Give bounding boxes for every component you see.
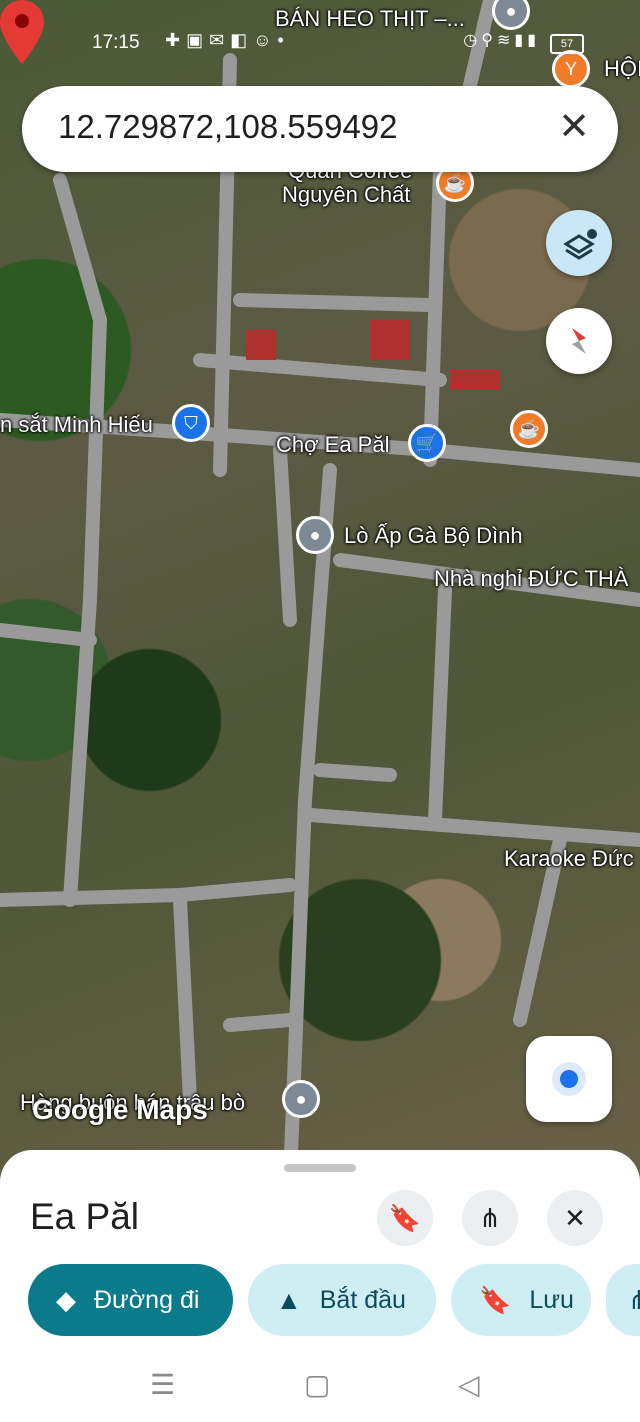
label-nguyen-chat[interactable]: Nguyên Chất <box>282 182 410 208</box>
building <box>450 370 500 390</box>
bookmark-icon: 🔖 <box>479 1284 512 1315</box>
drag-handle[interactable] <box>284 1164 356 1172</box>
navigation-arrow-icon: ▲ <box>276 1284 302 1315</box>
label-lo-ap[interactable]: Lò Ấp Gà Bộ Dình <box>344 523 523 549</box>
shopping-cart-icon[interactable]: 🛒 <box>408 424 446 462</box>
google-maps-watermark: Google Maps <box>32 1094 208 1125</box>
close-icon[interactable]: ✕ <box>558 104 590 149</box>
map-view[interactable]: BÁN HEO THỊT –... HỘI Quán Coffee Nguyên… <box>0 0 640 1180</box>
close-sheet-button[interactable]: ✕ <box>547 1190 603 1246</box>
building <box>246 330 276 360</box>
my-location-button[interactable] <box>526 1036 612 1122</box>
menu-icon[interactable]: ☰ <box>150 1368 175 1401</box>
battery-icon: 57 <box>550 34 584 54</box>
bookmark-icon: 🔖 <box>388 1202 422 1233</box>
notification-icons: ✚▣✉◧☺• <box>165 30 290 50</box>
system-icons: ◷⚲≋▮▮ <box>463 32 540 49</box>
layers-button[interactable] <box>546 210 612 276</box>
home-icon[interactable]: ▢ <box>304 1368 330 1401</box>
place-title: Ea Păl <box>30 1196 140 1237</box>
close-icon: ✕ <box>564 1202 586 1233</box>
label-minh-hieu[interactable]: n sắt Minh Hiếu <box>0 412 153 438</box>
start-button[interactable]: ▲ Bắt đầu <box>248 1264 436 1336</box>
search-query[interactable]: 12.729872,108.559492 <box>58 108 398 146</box>
status-bar: 17:15 ✚▣✉◧☺• ◷⚲≋▮▮ 57 <box>0 24 640 62</box>
start-label: Bắt đầu <box>319 1285 406 1314</box>
directions-icon: ◆ <box>56 1284 76 1315</box>
save-button[interactable]: 🔖 Lưu <box>451 1264 591 1336</box>
status-time: 17:15 <box>92 32 140 53</box>
directions-label: Đường đi <box>94 1285 200 1314</box>
system-nav-bar: ☰ ▢ ◁ <box>0 1350 640 1422</box>
compass-button[interactable] <box>546 308 612 374</box>
poi-marker-icon[interactable]: ● <box>296 516 334 554</box>
save-label: Lưu <box>529 1285 574 1314</box>
label-nha-nghi[interactable]: Nhà nghỉ ĐỨC THÀ <box>434 566 628 592</box>
bookmark-button[interactable]: 🔖 <box>377 1190 433 1246</box>
share-icon: ⋔ <box>479 1202 501 1233</box>
share-chip-button[interactable]: ⋔ <box>606 1264 640 1336</box>
share-button[interactable]: ⋔ <box>462 1190 518 1246</box>
label-karaoke[interactable]: Karaoke Đức <box>504 846 634 872</box>
back-icon[interactable]: ◁ <box>458 1368 480 1401</box>
layers-icon <box>563 229 597 260</box>
directions-button[interactable]: ◆ Đường đi <box>28 1264 233 1336</box>
label-cho-ea-pal[interactable]: Chợ Ea Păl <box>276 432 389 458</box>
cafe-icon[interactable]: ☕ <box>510 410 548 448</box>
search-bar[interactable]: 12.729872,108.559492 ✕ <box>22 86 618 172</box>
shopping-bag-icon[interactable]: ⛉ <box>172 404 210 442</box>
poi-marker-icon[interactable]: ● <box>282 1080 320 1118</box>
compass-icon <box>572 328 586 354</box>
my-location-icon <box>560 1070 578 1088</box>
share-icon: ⋔ <box>628 1284 640 1315</box>
building <box>370 320 410 360</box>
